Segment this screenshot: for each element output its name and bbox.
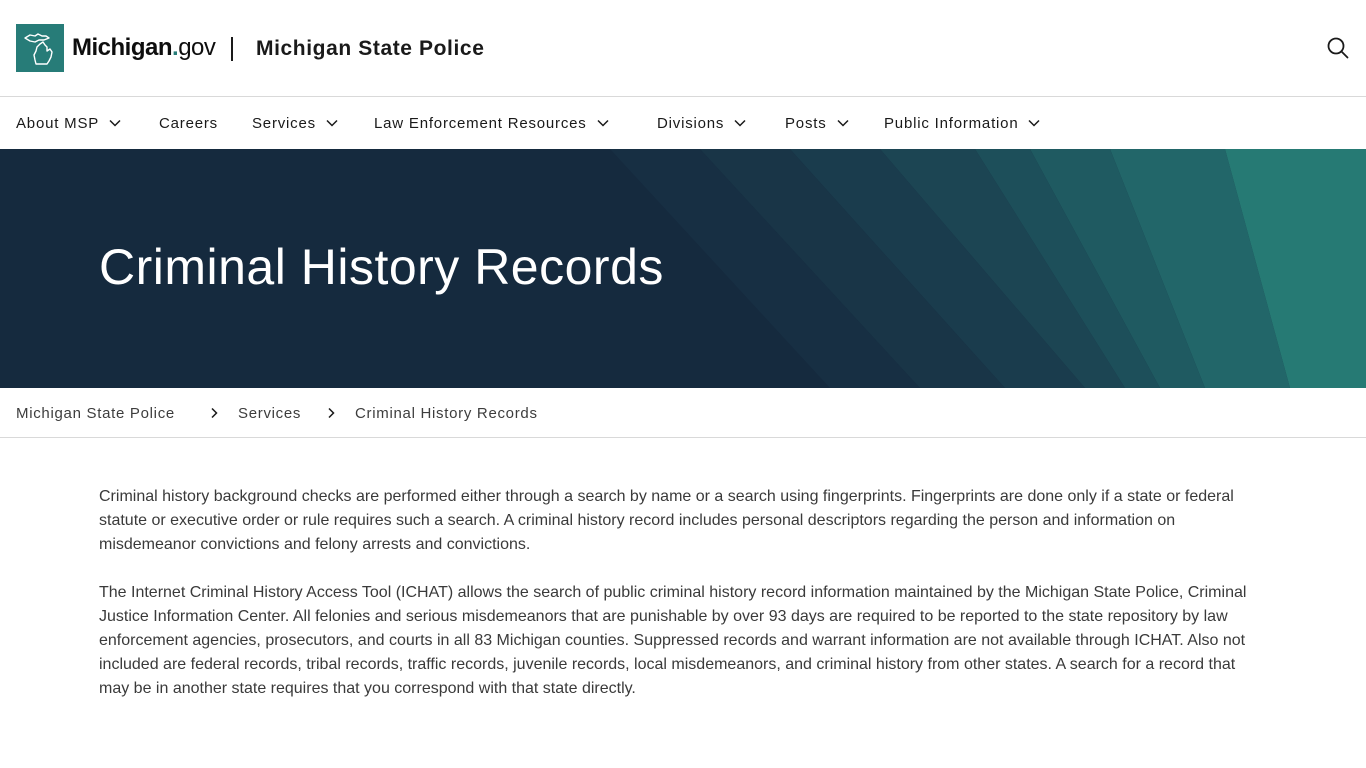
nav-item-services[interactable]: Services	[252, 97, 338, 149]
logo-suffix-text: gov	[178, 34, 216, 61]
nav-item-careers[interactable]: Careers	[159, 97, 218, 149]
nav-item-public-information[interactable]: Public Information	[884, 97, 1040, 149]
agency-name-link[interactable]: Michigan State Police	[256, 36, 485, 62]
page-title: Criminal History Records	[99, 239, 664, 295]
logo-brand-text: Michigan	[72, 34, 173, 61]
main-navigation: About MSP Careers Services Law Enforceme…	[0, 97, 1366, 149]
logo-divider	[231, 37, 233, 61]
nav-item-label: Careers	[159, 114, 218, 132]
michigan-state-outline-icon	[24, 33, 53, 65]
search-button[interactable]	[1322, 32, 1354, 64]
breadcrumb: Michigan State Police Services Criminal …	[0, 388, 1366, 438]
nav-item-label: Public Information	[884, 114, 1019, 132]
search-icon	[1327, 37, 1349, 59]
nav-item-label: Divisions	[657, 114, 725, 132]
nav-item-label: About MSP	[16, 114, 100, 132]
chevron-down-icon	[734, 117, 746, 129]
nav-item-law-enforcement-resources[interactable]: Law Enforcement Resources	[374, 97, 609, 149]
breadcrumb-link-michigan-state-police[interactable]: Michigan State Police	[16, 388, 175, 438]
main-content: Criminal history background checks are p…	[99, 485, 1269, 725]
chevron-down-icon	[597, 117, 609, 129]
nav-item-posts[interactable]: Posts	[785, 97, 849, 149]
nav-item-label: Law Enforcement Resources	[374, 114, 587, 132]
chevron-down-icon	[326, 117, 338, 129]
chevron-right-icon	[328, 407, 335, 419]
breadcrumb-link-services[interactable]: Services	[238, 388, 301, 438]
nav-item-label: Posts	[785, 114, 827, 132]
chevron-down-icon	[836, 117, 849, 129]
chevron-right-icon	[211, 407, 218, 419]
site-header: Michigan.gov Michigan State Police	[0, 0, 1366, 97]
nav-item-label: Services	[252, 114, 316, 132]
nav-item-divisions[interactable]: Divisions	[657, 97, 746, 149]
nav-item-about-msp[interactable]: About MSP	[16, 97, 121, 149]
chevron-down-icon	[109, 117, 121, 129]
content-paragraph: The Internet Criminal History Access Too…	[99, 584, 1247, 697]
content-paragraph: Criminal history background checks are p…	[99, 488, 1234, 553]
michigan-gov-wordmark[interactable]: Michigan.gov	[72, 34, 216, 62]
breadcrumb-current-page: Criminal History Records	[355, 404, 538, 422]
michigan-gov-logo[interactable]	[16, 24, 64, 72]
page-hero-banner: Criminal History Records	[0, 149, 1366, 388]
chevron-down-icon	[1028, 117, 1040, 129]
